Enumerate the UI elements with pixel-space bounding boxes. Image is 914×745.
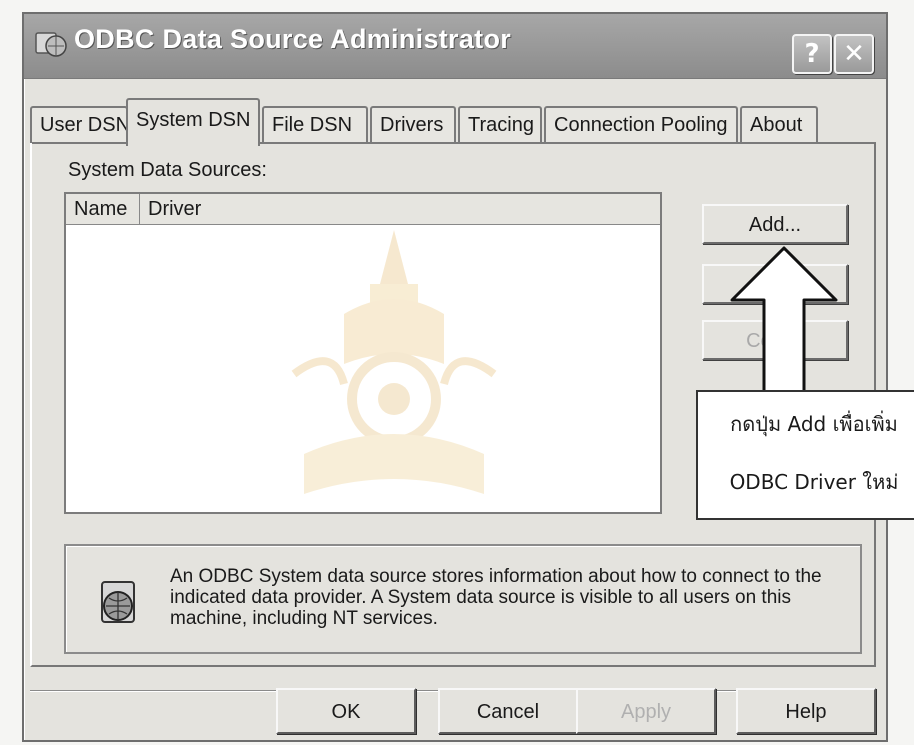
help-footer-button[interactable]: Help <box>736 688 876 734</box>
list-header: Name Driver <box>66 194 660 225</box>
annotation-line-2: ODBC Driver ใหม่ <box>729 470 899 494</box>
close-button[interactable]: ✕ <box>834 34 874 74</box>
apply-button[interactable]: Apply <box>576 688 716 734</box>
window-title: ODBC Data Source Administrator <box>74 24 512 54</box>
tab-drivers[interactable]: Drivers <box>370 106 456 142</box>
ok-button[interactable]: OK <box>276 688 416 734</box>
odbc-dialog-window: ODBC Data Source Administrator ? ✕ User … <box>22 12 914 742</box>
system-data-sources-label: System Data Sources: <box>68 159 267 181</box>
cancel-button[interactable]: Cancel <box>438 688 578 734</box>
info-description: An ODBC System data source stores inform… <box>170 566 822 629</box>
tab-user-dsn[interactable]: User DSN <box>30 106 130 142</box>
database-globe-icon <box>101 581 135 623</box>
help-button[interactable]: ? <box>792 34 832 74</box>
odbc-globe-icon <box>35 32 67 57</box>
tab-system-dsn[interactable]: System DSN <box>126 98 260 146</box>
annotation-callout: กดปุ่ม Add เพื่อเพิ่ม ODBC Driver ใหม่ <box>696 390 914 520</box>
tab-about[interactable]: About <box>740 106 818 142</box>
watermark-seal-icon <box>291 230 497 494</box>
up-arrow-icon <box>730 246 838 412</box>
screenshot-page: ODBC Data Source Administrator ? ✕ User … <box>0 0 914 745</box>
tab-file-dsn[interactable]: File DSN <box>262 106 368 142</box>
tab-tracing[interactable]: Tracing <box>458 106 542 142</box>
title-bar[interactable]: ODBC Data Source Administrator ? ✕ <box>24 14 886 79</box>
annotation-line-1: กดปุ่ม Add เพื่อเพิ่ม <box>730 412 898 436</box>
column-header-driver[interactable]: Driver <box>140 194 660 224</box>
add-button[interactable]: Add... <box>702 204 848 244</box>
column-header-name[interactable]: Name <box>66 194 140 224</box>
tab-connection-pooling[interactable]: Connection Pooling <box>544 106 738 142</box>
